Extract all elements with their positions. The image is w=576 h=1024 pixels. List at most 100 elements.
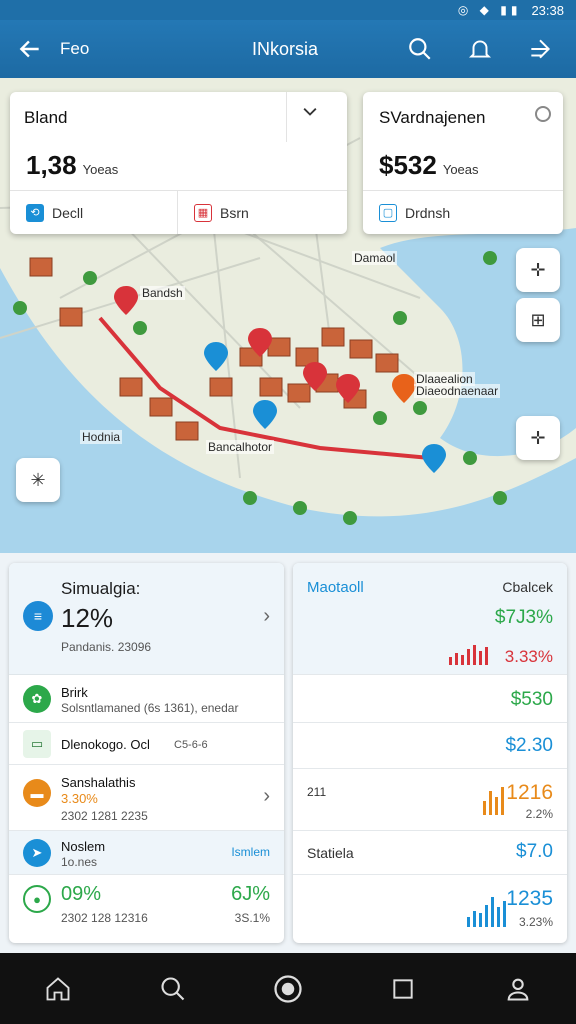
row-meta: 2302 1281 2235 xyxy=(61,809,148,823)
share-button[interactable] xyxy=(520,29,560,69)
record-icon xyxy=(274,974,302,1003)
row-change: 3.33% xyxy=(504,647,553,666)
header-value: 12% xyxy=(61,603,114,633)
map-label: Bancalhotor xyxy=(206,440,275,454)
row-change: 2.2% xyxy=(525,807,553,821)
bell-icon xyxy=(468,40,492,58)
clover-icon: ✿ xyxy=(23,685,51,713)
nav-profile[interactable] xyxy=(494,965,542,1013)
locate-button[interactable]: ✛ xyxy=(516,416,560,460)
header-title: Simualgia: xyxy=(61,579,141,598)
square-icon xyxy=(393,978,413,999)
card-value: 1,38 xyxy=(26,150,77,180)
details-button[interactable]: ⟲ Decll xyxy=(10,190,178,234)
back-label: Feo xyxy=(60,39,90,58)
row-value: 1235 xyxy=(506,887,553,910)
simulation-panel: ≡ Simualgia: 12% Pandanis. 23096 › ✿ Bri… xyxy=(9,563,284,943)
map-summary-card[interactable]: Bland 1,38 Yoeas ⟲ Decll ▦ Bsrn xyxy=(10,92,347,234)
arrow-left-icon xyxy=(19,40,39,58)
list-item[interactable]: 1235 3.23% xyxy=(293,875,567,943)
trend-bars xyxy=(449,641,488,665)
row-value: 1216 xyxy=(506,781,553,804)
trend-bars xyxy=(467,895,506,927)
calendar-icon: ▦ xyxy=(194,203,212,222)
list-item[interactable]: ➤ Noslem 1o.nes Ismlem xyxy=(9,831,284,875)
compass-icon: ✛ xyxy=(530,259,546,280)
row-value: $2.30 xyxy=(505,735,553,756)
row-value: 3.30% xyxy=(61,791,98,806)
list-item[interactable]: ✿ Brirk Solsntlamaned (6s 1361), enedar xyxy=(9,675,284,723)
list-item[interactable]: ▬ Sanshalathis 3.30% 2302 1281 2235 › xyxy=(9,765,284,831)
map-label: Damaol xyxy=(352,251,398,265)
info-icon[interactable] xyxy=(535,106,551,122)
list-item[interactable]: $2.30 xyxy=(293,723,567,769)
market-header[interactable]: Maotaoll Cbalcek $7J3% 3.33% xyxy=(293,563,567,675)
list-item[interactable]: $530 xyxy=(293,675,567,723)
list-item[interactable]: 211 1216 2.2% xyxy=(293,769,567,831)
recenter-button[interactable]: ✳ xyxy=(16,458,60,502)
chevron-down-icon xyxy=(303,108,317,116)
trend-bars xyxy=(483,785,504,815)
chevron-right-icon: › xyxy=(263,785,270,807)
card-value: $532 xyxy=(379,150,437,180)
dashboard-button[interactable]: ▢ Drdnsh xyxy=(363,190,563,234)
search-button[interactable] xyxy=(400,29,440,69)
card-title: Bland xyxy=(24,108,68,127)
map-label: Hodnia xyxy=(80,430,123,444)
send-icon: ➤ xyxy=(23,839,51,867)
header-subtitle: Pandanis. 23096 xyxy=(61,640,152,654)
details-button-label: Decll xyxy=(52,204,84,221)
share-icon xyxy=(531,39,551,59)
list-item[interactable]: ▭ Dlenokogo. Ocl C5-6-6 xyxy=(9,723,284,765)
list-icon: ≡ xyxy=(23,601,53,631)
row-value-secondary: 6J% xyxy=(231,883,270,905)
chat-icon: ● xyxy=(23,885,51,913)
map-price-card[interactable]: SVardnajenen $532 Yoeas ▢ Drdnsh xyxy=(363,92,563,234)
collapse-button[interactable] xyxy=(300,102,336,134)
card-title: SVardnajenen xyxy=(379,108,486,127)
nav-record[interactable] xyxy=(264,965,312,1013)
stats-button[interactable]: ▦ Bsrn xyxy=(178,190,347,234)
row-title: Sanshalathis xyxy=(61,775,136,790)
nav-home[interactable] xyxy=(34,965,82,1013)
ticket-icon: ▬ xyxy=(23,779,51,807)
stats-button-label: Bsrn xyxy=(220,204,249,221)
card-unit: Yoeas xyxy=(442,162,479,177)
list-item[interactable]: ● 09% 2302 128 12316 6J% 3S.1% xyxy=(9,875,284,943)
row-link[interactable]: Ismlem xyxy=(231,845,270,859)
divider xyxy=(286,92,287,142)
page-title: INkorsia xyxy=(251,38,318,59)
layers-icon: ⊞ xyxy=(530,309,546,330)
row-meta: 2302 128 12316 xyxy=(61,911,148,925)
nav-recents[interactable] xyxy=(379,965,427,1013)
back-button[interactable] xyxy=(0,20,60,78)
app-bar: Feo INkorsia xyxy=(0,20,576,78)
map-view[interactable]: Bandsh Damaol Hodnia Bancalhotor Dlaaeal… xyxy=(0,78,576,553)
compass-button[interactable]: ✛ xyxy=(516,248,560,292)
simulation-header[interactable]: ≡ Simualgia: 12% Pandanis. 23096 › xyxy=(9,563,284,675)
row-title: Brirk xyxy=(61,685,88,700)
row-value: 09% xyxy=(61,883,102,905)
profile-icon xyxy=(507,978,529,1001)
crosshair-icon: ✳ xyxy=(30,469,46,490)
layers-button[interactable]: ⊞ xyxy=(516,298,560,342)
status-time: 23:38 xyxy=(531,2,564,18)
row-label: Statiela xyxy=(307,845,354,861)
dashboard-button-label: Drdnsh xyxy=(405,204,451,221)
link-icon: ⟲ xyxy=(26,203,44,222)
status-icons: ◎ ◆ ▮▮ xyxy=(457,3,522,17)
list-item[interactable]: Statiela $7.0 xyxy=(293,831,567,875)
card-unit: Yoeas xyxy=(82,162,119,177)
home-icon xyxy=(46,976,70,1000)
row-label: 211 xyxy=(307,785,327,799)
bottom-nav xyxy=(0,953,576,1024)
row-meta-secondary: 3S.1% xyxy=(234,911,270,925)
row-subtitle: 1o.nes xyxy=(61,855,98,869)
panel-subtitle: Cbalcek xyxy=(502,579,553,595)
row-change: 3.23% xyxy=(518,915,553,929)
notifications-button[interactable] xyxy=(460,29,500,69)
row-value: $530 xyxy=(510,689,553,710)
nav-search[interactable] xyxy=(149,965,197,1013)
square-icon: ▢ xyxy=(379,203,397,222)
card-icon: ▭ xyxy=(23,730,51,758)
